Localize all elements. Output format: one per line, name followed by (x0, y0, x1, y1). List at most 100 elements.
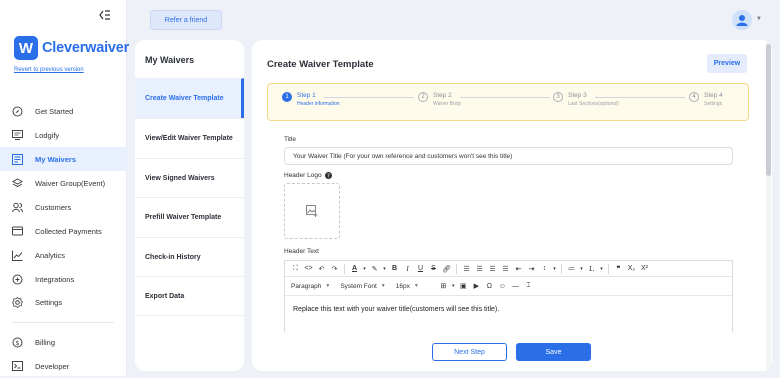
next-step-button[interactable]: Next Step (432, 343, 507, 361)
sidebar-item-collected-payments[interactable]: Collected Payments (0, 219, 127, 243)
page-break-icon[interactable]: ⌶ (522, 279, 535, 293)
sidebar-item-billing[interactable]: $ Billing (0, 330, 127, 354)
logo-mark: W (14, 36, 38, 60)
editor-toolbar: ⛶ <> ↶ ↷ A ▾ ✎ ▾ B I U S 🔗︎ ☰ ☰ ☰ ☰ ⇤ ⇥ … (285, 261, 732, 277)
step-2[interactable]: 2 Step 2 Waiver Body (418, 92, 461, 107)
title-input[interactable]: Your Waiver Title (For your own referenc… (284, 147, 733, 165)
link-icon (11, 273, 23, 285)
main-content: Create Waiver Template Preview 1 Step 1H… (252, 40, 772, 371)
save-button[interactable]: Save (516, 343, 591, 361)
stepper: 1 Step 1 Header information 2 Step 2 Waive… (267, 83, 749, 121)
align-justify-icon[interactable]: ☰ (499, 262, 512, 276)
header-logo-label-row: Header Logo ? (284, 172, 332, 179)
panel-item-prefill-waiver-template[interactable]: Prefill Waiver Template (135, 197, 244, 237)
svg-text:?: ? (327, 174, 330, 179)
horizontal-rule-icon[interactable]: — (509, 279, 522, 293)
panel-item-export-data[interactable]: Export Data (135, 276, 244, 316)
align-right-icon[interactable]: ☰ (486, 262, 499, 276)
indent-icon[interactable]: ⇥ (525, 262, 538, 276)
image-icon[interactable]: ▣ (457, 279, 470, 293)
fullscreen-icon[interactable]: ⛶ (289, 262, 302, 276)
editor-toolbar-row-2: Paragraph ▼ System Font ▼ 16px ▼ ⊞ ▾ ▣ ▶ Ω … (285, 277, 732, 296)
help-icon[interactable]: ? (324, 172, 332, 179)
redo-icon[interactable]: ↷ (328, 262, 341, 276)
strikethrough-icon[interactable]: S (427, 262, 440, 276)
chevron-down-icon[interactable]: ▾ (578, 262, 585, 276)
sidebar-item-customers[interactable]: Customers (0, 195, 127, 219)
highlight-color-icon[interactable]: ✎ (368, 262, 381, 276)
brand-logo[interactable]: W Cleverwaiver (14, 36, 129, 60)
sidebar-item-developer[interactable]: Developer (0, 354, 127, 378)
sidebar-item-my-waivers[interactable]: My Waivers (0, 147, 127, 171)
step-3[interactable]: 3 Step 3 Last Sections(optional) (553, 92, 619, 107)
block-format-select[interactable]: Paragraph ▼ (291, 283, 330, 290)
step-connector (595, 97, 685, 98)
panel-title: My Waivers (145, 55, 195, 65)
sidebar-item-label: Settings (35, 297, 63, 307)
line-height-icon[interactable]: ↕ (538, 262, 551, 276)
text-color-icon[interactable]: A (348, 262, 361, 276)
chevron-down-icon[interactable]: ▾ (450, 279, 457, 293)
align-left-icon[interactable]: ☰ (460, 262, 473, 276)
special-character-icon[interactable]: Ω (483, 279, 496, 293)
header-logo-upload[interactable] (284, 183, 340, 239)
link-icon[interactable]: 🔗︎ (440, 262, 453, 276)
chevron-down-icon[interactable]: ▾ (381, 262, 388, 276)
step-number: 2 (418, 92, 428, 102)
font-size-select[interactable]: 16px ▼ (396, 283, 419, 290)
sidebar-divider (12, 322, 114, 323)
sidebar-item-integrations[interactable]: Integrations (0, 267, 127, 291)
bold-icon[interactable]: B (388, 262, 401, 276)
sidebar-item-analytics[interactable]: Analytics (0, 243, 127, 267)
step-4[interactable]: 4 Step 4 Settings (689, 92, 723, 107)
font-family-select[interactable]: System Font ▼ (340, 283, 385, 290)
step-subtitle: Header information (297, 101, 340, 107)
sidebar-item-label: Analytics (35, 250, 66, 260)
sidebar-item-label: My Waivers (35, 154, 76, 164)
chevron-down-icon: ▼ (325, 283, 331, 289)
step-title: Step 4 (704, 92, 723, 99)
underline-icon[interactable]: U (414, 262, 427, 276)
revert-link[interactable]: Revert to previous version (14, 67, 84, 73)
scrollbar-thumb[interactable] (766, 44, 771, 176)
user-icon (736, 15, 748, 26)
undo-icon[interactable]: ↶ (315, 262, 328, 276)
editor-content[interactable]: Replace this text with your waiver title… (293, 306, 499, 313)
my-waivers-panel: My Waivers Create Waiver Template View/E… (135, 40, 244, 371)
avatar[interactable] (732, 10, 752, 30)
code-view-icon[interactable]: <> (302, 262, 315, 276)
outdent-icon[interactable]: ⇤ (512, 262, 525, 276)
sidebar-item-lodgify[interactable]: Lodgify (0, 123, 127, 147)
superscript-icon[interactable]: X² (638, 262, 651, 276)
terminal-icon (11, 360, 23, 372)
chevron-down-icon: ▼ (380, 283, 386, 289)
align-center-icon[interactable]: ☰ (473, 262, 486, 276)
blockquote-icon[interactable]: ❞ (612, 262, 625, 276)
numbered-list-icon[interactable]: ⒈ (585, 262, 598, 276)
panel-item-view-edit-waiver-template[interactable]: View/Edit Waiver Template (135, 118, 244, 158)
panel-item-create-waiver-template[interactable]: Create Waiver Template (135, 78, 244, 118)
bullet-list-icon[interactable]: ≔ (565, 262, 578, 276)
sidebar-item-label: Lodgify (35, 130, 60, 140)
subscript-icon[interactable]: X₂ (625, 262, 638, 276)
italic-icon[interactable]: I (401, 262, 414, 276)
chevron-down-icon[interactable]: ▼ (756, 16, 762, 22)
panel-item-check-in-history[interactable]: Check-in History (135, 237, 244, 277)
panel-item-view-signed-waivers[interactable]: View Signed Waivers (135, 158, 244, 198)
sidebar-item-get-started[interactable]: Get Started (0, 99, 127, 123)
step-1[interactable]: 1 Step 1 Header information (282, 92, 340, 107)
preview-button[interactable]: Preview (707, 54, 747, 73)
collapse-sidebar-icon[interactable] (99, 10, 111, 20)
image-add-icon (306, 205, 318, 217)
sidebar-item-settings[interactable]: Settings (0, 290, 127, 314)
chevron-down-icon[interactable]: ▾ (361, 262, 368, 276)
table-icon[interactable]: ⊞ (437, 279, 450, 293)
refer-a-friend-button[interactable]: Refer a friend (150, 10, 222, 30)
users-icon (11, 201, 23, 213)
sidebar-item-waiver-group[interactable]: Waiver Group(Event) (0, 171, 127, 195)
emoji-icon[interactable]: ☺ (496, 279, 509, 293)
chevron-down-icon[interactable]: ▾ (551, 262, 558, 276)
sidebar-item-label: Waiver Group(Event) (35, 178, 106, 188)
chevron-down-icon[interactable]: ▾ (598, 262, 605, 276)
video-icon[interactable]: ▶ (470, 279, 483, 293)
